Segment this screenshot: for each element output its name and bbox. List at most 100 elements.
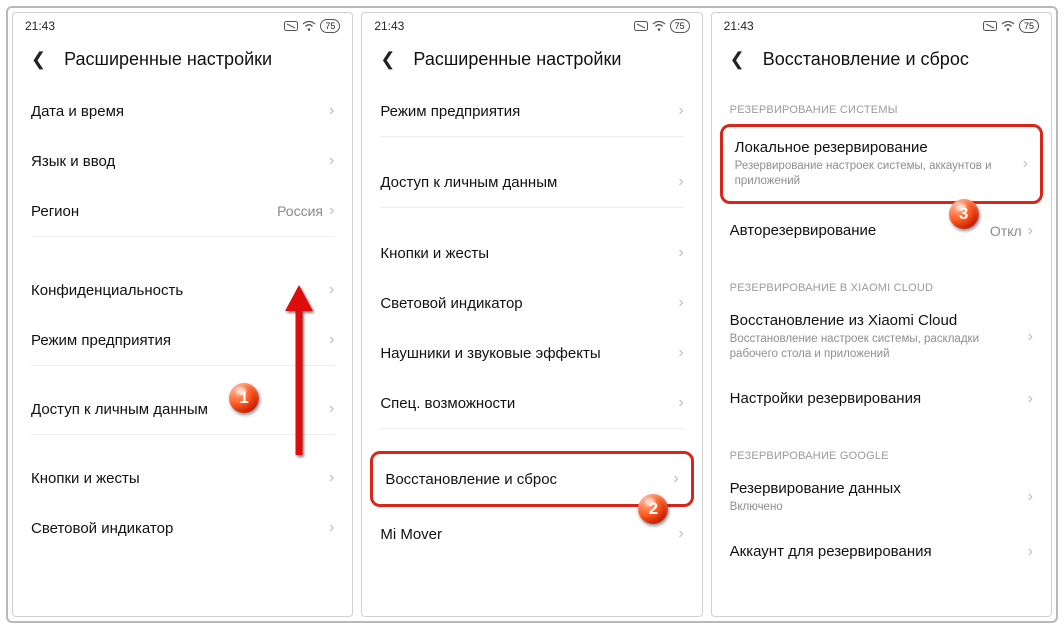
page-title: Расширенные настройки <box>64 49 338 70</box>
battery-icon: 75 <box>1019 19 1039 33</box>
chevron-right-icon: › <box>1028 543 1033 561</box>
label: Кнопки и жесты <box>380 245 668 262</box>
back-icon[interactable]: ❮ <box>726 47 749 72</box>
back-icon[interactable]: ❮ <box>376 47 399 72</box>
chevron-right-icon: › <box>329 202 334 220</box>
phone-screen-3: 21:43 75 ❮ Восстановление и сброс РЕЗЕРВ… <box>711 12 1052 617</box>
label: Наушники и звуковые эффекты <box>380 345 668 362</box>
label: Восстановление из Xiaomi Cloud <box>730 312 1018 329</box>
label: Режим предприятия <box>380 103 668 120</box>
row-light-indicator[interactable]: Световой индикатор › <box>362 278 701 328</box>
row-light-indicator[interactable]: Световой индикатор › <box>13 503 352 553</box>
section-google-backup: РЕЗЕРВИРОВАНИЕ GOOGLE <box>712 424 1051 468</box>
label: Доступ к личным данным <box>31 401 319 418</box>
label: Дата и время <box>31 103 319 120</box>
scroll-up-arrow-icon <box>279 285 319 460</box>
row-accessibility[interactable]: Спец. возможности › <box>362 378 701 428</box>
page-title: Восстановление и сброс <box>763 49 1037 70</box>
highlight-local-backup: Локальное резервирование Резервирование … <box>720 124 1043 204</box>
row-buttons-gestures[interactable]: Кнопки и жесты › <box>362 228 701 278</box>
row-enterprise[interactable]: Режим предприятия › <box>362 86 701 136</box>
label: Регион <box>31 203 267 220</box>
row-backup-settings[interactable]: Настройки резервирования › <box>712 374 1051 424</box>
list-gap <box>362 429 701 449</box>
settings-list[interactable]: Режим предприятия › Доступ к личным данн… <box>362 86 701 616</box>
status-bar: 21:43 75 <box>712 13 1051 35</box>
page-title: Расширенные настройки <box>413 49 687 70</box>
sublabel: Включено <box>730 500 1018 515</box>
chevron-right-icon: › <box>329 281 334 299</box>
section-cloud-backup: РЕЗЕРВИРОВАНИЕ В XIAOMI CLOUD <box>712 256 1051 300</box>
chevron-right-icon: › <box>329 469 334 487</box>
chevron-right-icon: › <box>678 294 683 312</box>
page-header: ❮ Расширенные настройки <box>13 35 352 86</box>
list-gap <box>362 208 701 228</box>
row-date-time[interactable]: Дата и время › <box>13 86 352 136</box>
chevron-right-icon: › <box>1028 488 1033 506</box>
label: Конфиденциальность <box>31 282 319 299</box>
chevron-right-icon: › <box>1028 222 1033 240</box>
phone-screen-1: 21:43 75 ❮ Расширенные настройки Дата и … <box>12 12 353 617</box>
chevron-right-icon: › <box>329 331 334 349</box>
back-icon[interactable]: ❮ <box>27 47 50 72</box>
wifi-icon <box>302 21 316 32</box>
section-system-backup: РЕЗЕРВИРОВАНИЕ СИСТЕМЫ <box>712 86 1051 122</box>
row-auto-backup[interactable]: Авторезервирование Откл › <box>712 206 1051 256</box>
chevron-right-icon: › <box>329 400 334 418</box>
battery-icon: 75 <box>320 19 340 33</box>
row-buttons-gestures[interactable]: Кнопки и жесты › <box>13 453 352 503</box>
label: Световой индикатор <box>31 520 319 537</box>
row-backup-account[interactable]: Аккаунт для резервирования › <box>712 527 1051 577</box>
page-header: ❮ Восстановление и сброс <box>712 35 1051 86</box>
dnd-icon <box>284 21 298 31</box>
chevron-right-icon: › <box>678 244 683 262</box>
row-headphones[interactable]: Наушники и звуковые эффекты › <box>362 328 701 378</box>
row-google-backup[interactable]: Резервирование данных Включено › <box>712 468 1051 527</box>
wifi-icon <box>652 21 666 32</box>
wifi-icon <box>1001 21 1015 32</box>
label: Настройки резервирования <box>730 390 1018 407</box>
label: Кнопки и жесты <box>31 470 319 487</box>
chevron-right-icon: › <box>329 152 334 170</box>
status-bar: 21:43 75 <box>13 13 352 35</box>
row-local-backup[interactable]: Локальное резервирование Резервирование … <box>723 127 1040 201</box>
row-personal-data[interactable]: Доступ к личным данным › <box>362 157 701 207</box>
chevron-right-icon: › <box>678 394 683 412</box>
status-icons: 75 <box>284 19 340 33</box>
chevron-right-icon: › <box>329 102 334 120</box>
label: Режим предприятия <box>31 332 319 349</box>
label: Язык и ввод <box>31 153 319 170</box>
status-icons: 75 <box>983 19 1039 33</box>
status-time: 21:43 <box>374 19 404 33</box>
row-cloud-restore[interactable]: Восстановление из Xiaomi Cloud Восстанов… <box>712 300 1051 374</box>
label: Mi Mover <box>380 526 668 543</box>
chevron-right-icon: › <box>1023 155 1028 173</box>
chevron-right-icon: › <box>1028 390 1033 408</box>
label: Локальное резервирование <box>735 139 1013 156</box>
sublabel: Резервирование настроек системы, аккаунт… <box>735 159 1013 189</box>
label: Восстановление и сброс <box>385 471 663 488</box>
chevron-right-icon: › <box>1028 328 1033 346</box>
sublabel: Восстановление настроек системы, расклад… <box>730 332 1018 362</box>
settings-list[interactable]: РЕЗЕРВИРОВАНИЕ СИСТЕМЫ Локальное резерви… <box>712 86 1051 616</box>
status-time: 21:43 <box>724 19 754 33</box>
list-gap <box>13 237 352 265</box>
label: Световой индикатор <box>380 295 668 312</box>
row-region[interactable]: Регион Россия › <box>13 186 352 236</box>
region-value: Россия <box>277 203 323 219</box>
auto-backup-value: Откл <box>990 223 1022 239</box>
battery-icon: 75 <box>670 19 690 33</box>
chevron-right-icon: › <box>678 525 683 543</box>
label: Резервирование данных <box>730 480 1018 497</box>
dnd-icon <box>983 21 997 31</box>
chevron-right-icon: › <box>673 470 678 488</box>
label: Спец. возможности <box>380 395 668 412</box>
step-badge-1: 1 <box>229 383 259 413</box>
label: Аккаунт для резервирования <box>730 543 1018 560</box>
step-badge-3: 3 <box>949 199 979 229</box>
label: Доступ к личным данным <box>380 174 668 191</box>
row-language-input[interactable]: Язык и ввод › <box>13 136 352 186</box>
dnd-icon <box>634 21 648 31</box>
phone-screen-2: 21:43 75 ❮ Расширенные настройки Режим п… <box>361 12 702 617</box>
status-bar: 21:43 75 <box>362 13 701 35</box>
